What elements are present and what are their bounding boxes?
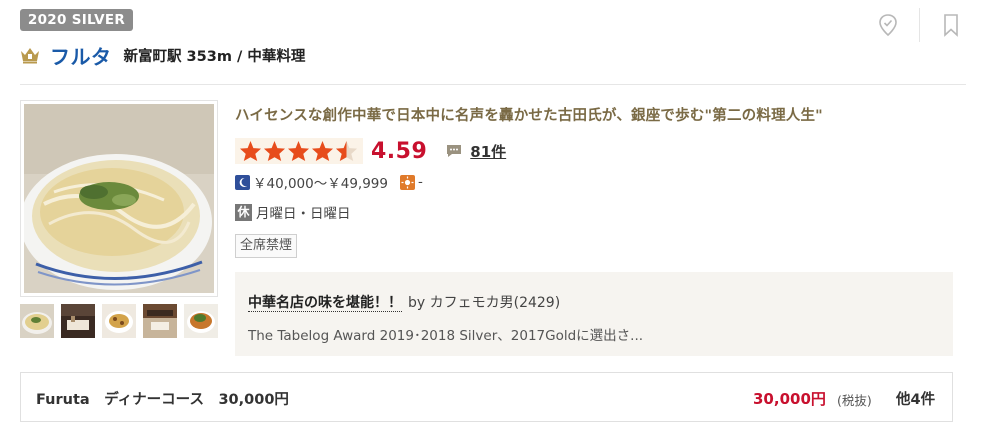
thumbnail-2[interactable] xyxy=(61,304,95,338)
no-smoking-tag: 全席禁煙 xyxy=(235,234,298,258)
review-title-link[interactable]: 中華名店の味を堪能！！ xyxy=(248,295,402,312)
restaurant-title-row: フルタ 新富町駅 353m / 中華料理 xyxy=(20,40,305,70)
course-name[interactable]: Furuta ディナーコース 30,000円 xyxy=(36,388,289,409)
speech-bubble-icon xyxy=(447,145,462,157)
star-full-icon xyxy=(287,140,310,162)
course-price: 30,000円 xyxy=(753,390,826,408)
main-photo[interactable] xyxy=(20,100,218,297)
rating-row: 4.59 81件 xyxy=(235,135,506,167)
moon-icon xyxy=(235,174,250,190)
price-row: ￥40,000～￥49,999 - xyxy=(235,172,423,192)
area-genre: 新富町駅 353m / 中華料理 xyxy=(123,48,306,65)
more-courses-link[interactable]: 他4件 xyxy=(896,388,935,409)
course-box[interactable]: Furuta ディナーコース 30,000円 30,000円 (税抜) 他4件 xyxy=(20,372,953,422)
pin-check-icon[interactable] xyxy=(877,13,899,37)
holiday-row: 休 月曜日・日曜日 xyxy=(235,202,351,222)
restaurant-name-link[interactable]: フルタ xyxy=(50,41,112,70)
lunch-price: - xyxy=(417,174,423,190)
star-full-icon xyxy=(263,140,286,162)
thumbnail-5[interactable] xyxy=(184,304,218,338)
divider xyxy=(20,84,966,85)
star-full-icon xyxy=(311,140,334,162)
thumbnail-1[interactable] xyxy=(20,304,54,338)
top-actions xyxy=(877,8,960,42)
star-rating xyxy=(235,138,363,164)
star-full-icon xyxy=(239,140,262,162)
review-title-row: 中華名店の味を堪能！！ by カフェモカ男(2429) xyxy=(248,292,560,312)
thumbnail-strip xyxy=(20,304,225,338)
icon-divider xyxy=(919,8,920,42)
sun-icon xyxy=(399,174,415,190)
holiday-days: 月曜日・日曜日 xyxy=(256,206,351,222)
catch-copy[interactable]: ハイセンスな創作中華で日本中に名声を轟かせた古田氏が、銀座で歩む"第二の料理人生… xyxy=(235,104,823,125)
review-snippet[interactable]: 中華名店の味を堪能！！ by カフェモカ男(2429) The Tabelog A… xyxy=(235,272,953,356)
tax-note: (税抜) xyxy=(837,393,872,408)
review-count-link[interactable]: 81件 xyxy=(470,141,506,162)
thumbnail-3[interactable] xyxy=(102,304,136,338)
review-excerpt: The Tabelog Award 2019･2018 Silver、2017G… xyxy=(248,328,644,344)
star-half-icon xyxy=(335,140,358,162)
award-badge: 2020 SILVER xyxy=(20,9,133,31)
dinner-price: ￥40,000～￥49,999 xyxy=(253,176,388,192)
bookmark-icon[interactable] xyxy=(942,13,960,37)
thumbnail-4[interactable] xyxy=(143,304,177,338)
crown-icon xyxy=(21,48,39,64)
review-author: by カフェモカ男(2429) xyxy=(408,295,561,311)
holiday-icon: 休 xyxy=(235,203,252,221)
rating-score: 4.59 xyxy=(371,138,428,164)
